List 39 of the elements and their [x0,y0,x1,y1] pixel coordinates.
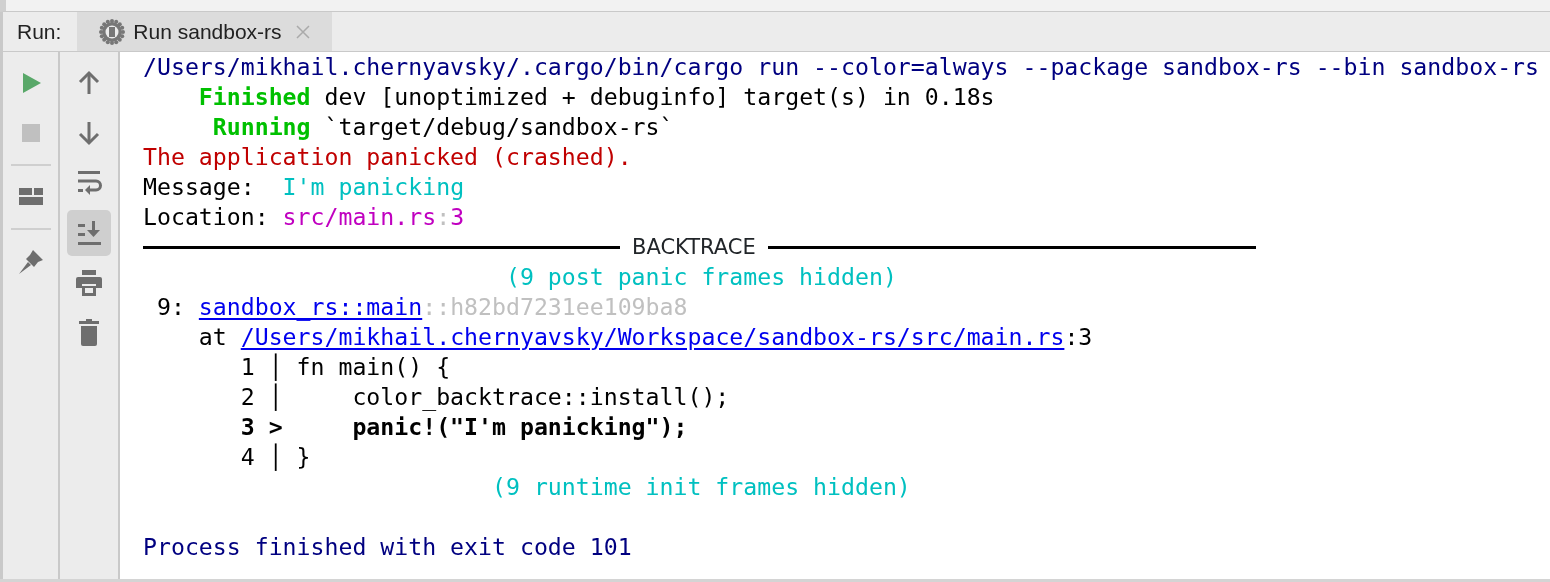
scroll-to-end-button[interactable] [67,210,111,256]
up-arrow-icon [77,70,101,96]
stop-icon [19,122,42,144]
console-text: Message: [143,172,256,202]
scroll-to-end-icon [76,220,102,246]
console-text: : [436,202,451,232]
console-text: :3 [1064,322,1093,352]
console-text: 3 > panic!("I'm panicking"); [239,412,688,442]
printer-icon [75,269,103,297]
console-text: ::h82bd7231ee109ba8 [422,292,688,322]
status-word: Finished [197,82,311,112]
source-link[interactable]: /Users/mikhail.chernyavsky/Workspace/sandbox-rs/src/main.rs [240,322,1065,352]
console-text: `target/debug/sandbox-rs` [323,112,674,142]
console-text: 9: [155,292,186,322]
file-location: src/main.rs [282,202,437,232]
console-text: 1 │ fn main() { [239,352,451,382]
down-arrow-icon [77,120,101,146]
console-text: I'm panicking [282,172,465,202]
soft-wrap-icon [76,169,102,197]
console-text: Process finished with exit code 101 [143,532,632,562]
console-text: (9 post panic frames hidden) [504,262,897,292]
console-text: 2 │ color_backtrace::install(); [239,382,730,412]
console-text: Location: [143,202,270,232]
layout-icon [17,186,44,208]
console-text: /Users/mikhail.chernyavsky/.cargo/bin/cargo run --color=always --package sandbox-rs --bin sandbox-rs [143,52,1539,82]
run-tab[interactable]: Run sandbox-rs [77,12,332,51]
status-word: Running [211,112,311,142]
section-heading: BACKTRACE [631,234,757,261]
console-text: 4 │ } [239,442,311,472]
console-text: (9 runtime init frames hidden) [491,472,911,502]
trash-icon [78,319,100,347]
close-icon [295,24,310,39]
panel-label: Run: [16,18,63,45]
gear-logo-icon [99,18,126,45]
console-text: dev [unoptimized + debuginfo] target(s) in 0.18s [323,82,995,112]
file-location: 3 [450,202,465,232]
error-message: The application panicked (crashed). [143,142,632,172]
console-text: at [197,322,228,352]
source-link[interactable]: sandbox_rs::main [198,292,423,322]
